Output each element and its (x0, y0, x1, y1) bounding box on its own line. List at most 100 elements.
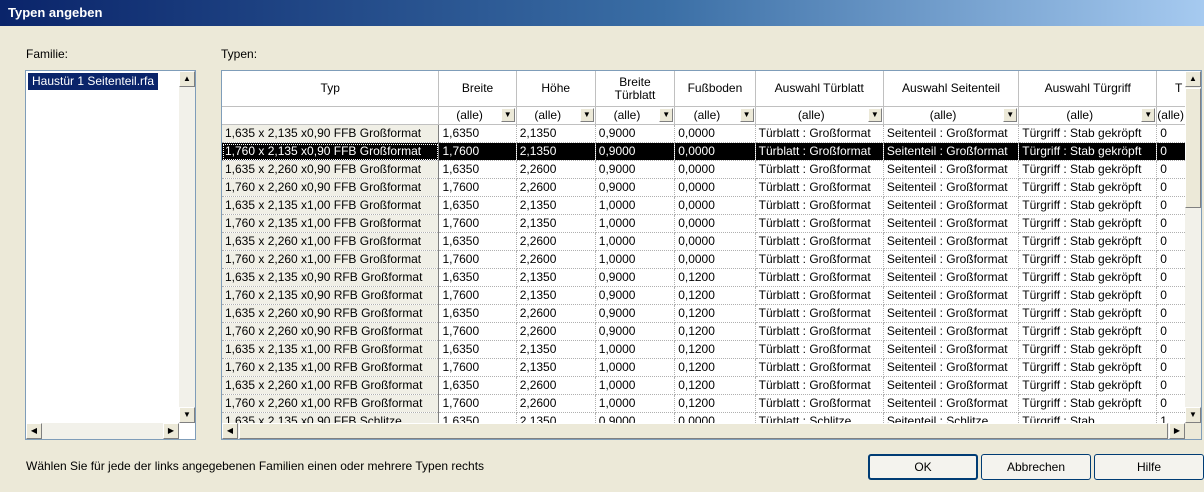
table-cell[interactable]: Türgriff : Stab gekröpft (1018, 340, 1158, 359)
table-cell[interactable]: 2,2600 (516, 322, 596, 341)
filter-dropdown[interactable]: (alle)▼ (1018, 106, 1158, 125)
scroll-down-icon[interactable]: ▼ (179, 407, 195, 423)
table-cell[interactable]: 0,9000 (595, 160, 676, 179)
table-cell[interactable]: Seitenteil : Großformat (883, 196, 1020, 215)
table-cell[interactable]: Seitenteil : Großformat (883, 232, 1020, 251)
types-grid[interactable]: Typ Breite Höhe Breite Türblatt Fußboden… (221, 70, 1202, 440)
table-cell[interactable]: Seitenteil : Großformat (883, 340, 1020, 359)
table-cell[interactable]: Türblatt : Großformat (755, 376, 884, 395)
table-cell[interactable]: Türgriff : Stab gekröpft (1018, 124, 1158, 143)
table-cell[interactable]: Türgriff : Stab gekröpft (1018, 196, 1158, 215)
table-cell[interactable]: Seitenteil : Großformat (883, 268, 1020, 287)
row-type-name[interactable]: 1,635 x 2,135 x1,00 FFB Großformat (222, 196, 440, 215)
filter-dropdown[interactable]: (alle)▼ (438, 106, 517, 125)
table-cell[interactable]: 1,0000 (595, 232, 676, 251)
table-cell[interactable]: 1,0000 (595, 358, 676, 377)
row-type-name[interactable]: 1,760 x 2,135 x1,00 FFB Großformat (222, 214, 440, 233)
column-header-breite[interactable]: Breite (438, 71, 517, 107)
dropdown-arrow-icon[interactable]: ▼ (500, 108, 515, 122)
scroll-up-icon[interactable]: ▲ (179, 71, 195, 87)
row-type-name[interactable]: 1,635 x 2,260 x1,00 FFB Großformat (222, 232, 440, 251)
table-cell[interactable]: Türgriff : Stab gekröpft (1018, 250, 1158, 269)
table-cell[interactable]: 2,1350 (516, 340, 596, 359)
table-row[interactable]: 1,760 x 2,260 x1,00 RFB Großformat 1,7600… (222, 394, 1201, 413)
table-cell[interactable]: 2,1350 (516, 286, 596, 305)
row-type-name[interactable]: 1,635 x 2,260 x0,90 FFB Großformat (222, 160, 440, 179)
table-cell[interactable]: 1,6350 (438, 340, 517, 359)
table-cell[interactable]: Türgriff : Stab gekröpft (1018, 322, 1158, 341)
table-row[interactable]: 1,635 x 2,260 x1,00 RFB Großformat 1,6350… (222, 376, 1201, 395)
table-cell[interactable]: Türblatt : Großformat (755, 142, 884, 161)
table-cell[interactable]: Türblatt : Großformat (755, 250, 884, 269)
column-header-auswahl-tuerblatt[interactable]: Auswahl Türblatt (755, 71, 884, 107)
table-cell[interactable]: 0,1200 (674, 358, 756, 377)
table-cell[interactable]: 1,7600 (438, 394, 517, 413)
table-cell[interactable]: 1,7600 (438, 214, 517, 233)
table-cell[interactable]: Türblatt : Großformat (755, 124, 884, 143)
table-cell[interactable]: 0,1200 (674, 340, 756, 359)
dropdown-arrow-icon[interactable]: ▼ (1003, 108, 1018, 122)
row-type-name[interactable]: 1,760 x 2,260 x1,00 FFB Großformat (222, 250, 440, 269)
filter-dropdown[interactable]: (alle)▼ (674, 106, 756, 125)
table-cell[interactable]: Seitenteil : Großformat (883, 250, 1020, 269)
table-cell[interactable]: 2,1350 (516, 268, 596, 287)
family-vertical-scrollbar[interactable]: ▲ ▼ (179, 71, 195, 423)
table-cell[interactable]: 2,1350 (516, 214, 596, 233)
row-type-name[interactable]: 1,760 x 2,260 x0,90 RFB Großformat (222, 322, 440, 341)
table-cell[interactable]: 0,1200 (674, 394, 756, 413)
table-cell[interactable]: 1,7600 (438, 178, 517, 197)
table-cell[interactable]: 1,0000 (595, 196, 676, 215)
table-cell[interactable]: Seitenteil : Großformat (883, 286, 1020, 305)
table-cell[interactable]: 2,2600 (516, 304, 596, 323)
table-cell[interactable]: Seitenteil : Großformat (883, 358, 1020, 377)
table-cell[interactable]: 0,1200 (674, 286, 756, 305)
row-type-name[interactable]: 1,760 x 2,260 x1,00 RFB Großformat (222, 394, 440, 413)
table-cell[interactable]: 0,9000 (595, 142, 676, 161)
table-cell[interactable]: 0,1200 (674, 268, 756, 287)
table-cell[interactable]: Türblatt : Großformat (755, 340, 884, 359)
table-cell[interactable]: 1,6350 (438, 268, 517, 287)
dropdown-arrow-icon[interactable]: ▼ (1141, 108, 1156, 122)
row-type-name[interactable]: 1,760 x 2,135 x0,90 FFB Großformat (222, 142, 440, 161)
table-row[interactable]: 1,635 x 2,260 x1,00 FFB Großformat 1,6350… (222, 232, 1201, 251)
table-cell[interactable]: 1,0000 (595, 394, 676, 413)
table-row[interactable]: 1,760 x 2,135 x1,00 FFB Großformat 1,7600… (222, 214, 1201, 233)
grid-scroll-up-icon[interactable]: ▲ (1185, 71, 1201, 87)
table-cell[interactable]: Türblatt : Großformat (755, 196, 884, 215)
table-cell[interactable]: 2,1350 (516, 142, 596, 161)
table-cell[interactable]: Türblatt : Großformat (755, 394, 884, 413)
table-cell[interactable]: Türgriff : Stab gekröpft (1018, 214, 1158, 233)
column-header-auswahl-seitenteil[interactable]: Auswahl Seitenteil (883, 71, 1020, 107)
column-header-fussboden[interactable]: Fußboden (674, 71, 756, 107)
table-row[interactable]: 1,760 x 2,260 x0,90 RFB Großformat 1,7600… (222, 322, 1201, 341)
ok-button[interactable]: OK (868, 454, 978, 480)
table-cell[interactable]: 2,2600 (516, 232, 596, 251)
table-cell[interactable]: Türgriff : Stab gekröpft (1018, 160, 1158, 179)
table-cell[interactable]: 0,0000 (674, 142, 756, 161)
table-cell[interactable]: Türgriff : Stab gekröpft (1018, 142, 1158, 161)
table-cell[interactable]: 2,2600 (516, 178, 596, 197)
table-cell[interactable]: Türblatt : Großformat (755, 304, 884, 323)
table-cell[interactable]: Türblatt : Großformat (755, 178, 884, 197)
family-list[interactable]: Haustür 1 Seitenteil.rfa ▲ ▼ ◀ ▶ (25, 70, 196, 440)
row-type-name[interactable]: 1,635 x 2,135 x1,00 RFB Großformat (222, 340, 440, 359)
table-cell[interactable]: Seitenteil : Großformat (883, 124, 1020, 143)
table-cell[interactable]: 0,0000 (674, 232, 756, 251)
table-cell[interactable]: Seitenteil : Großformat (883, 178, 1020, 197)
scroll-right-icon[interactable]: ▶ (163, 423, 179, 439)
table-cell[interactable]: Seitenteil : Großformat (883, 160, 1020, 179)
table-cell[interactable]: 0,0000 (674, 196, 756, 215)
grid-vertical-scroll-thumb[interactable] (1185, 88, 1201, 208)
filter-dropdown[interactable]: (alle)▼ (516, 106, 596, 125)
table-cell[interactable]: Türgriff : Stab gekröpft (1018, 178, 1158, 197)
table-cell[interactable]: Türblatt : Großformat (755, 358, 884, 377)
filter-dropdown[interactable]: (alle)▼ (595, 106, 676, 125)
table-cell[interactable]: Seitenteil : Großformat (883, 322, 1020, 341)
table-cell[interactable]: 0,0000 (674, 124, 756, 143)
row-type-name[interactable]: 1,760 x 2,260 x0,90 FFB Großformat (222, 178, 440, 197)
table-row[interactable]: 1,635 x 2,260 x0,90 RFB Großformat 1,6350… (222, 304, 1201, 323)
grid-scroll-down-icon[interactable]: ▼ (1185, 407, 1201, 423)
table-cell[interactable]: 1,6350 (438, 196, 517, 215)
table-cell[interactable]: Türblatt : Großformat (755, 214, 884, 233)
table-cell[interactable]: Türgriff : Stab gekröpft (1018, 268, 1158, 287)
